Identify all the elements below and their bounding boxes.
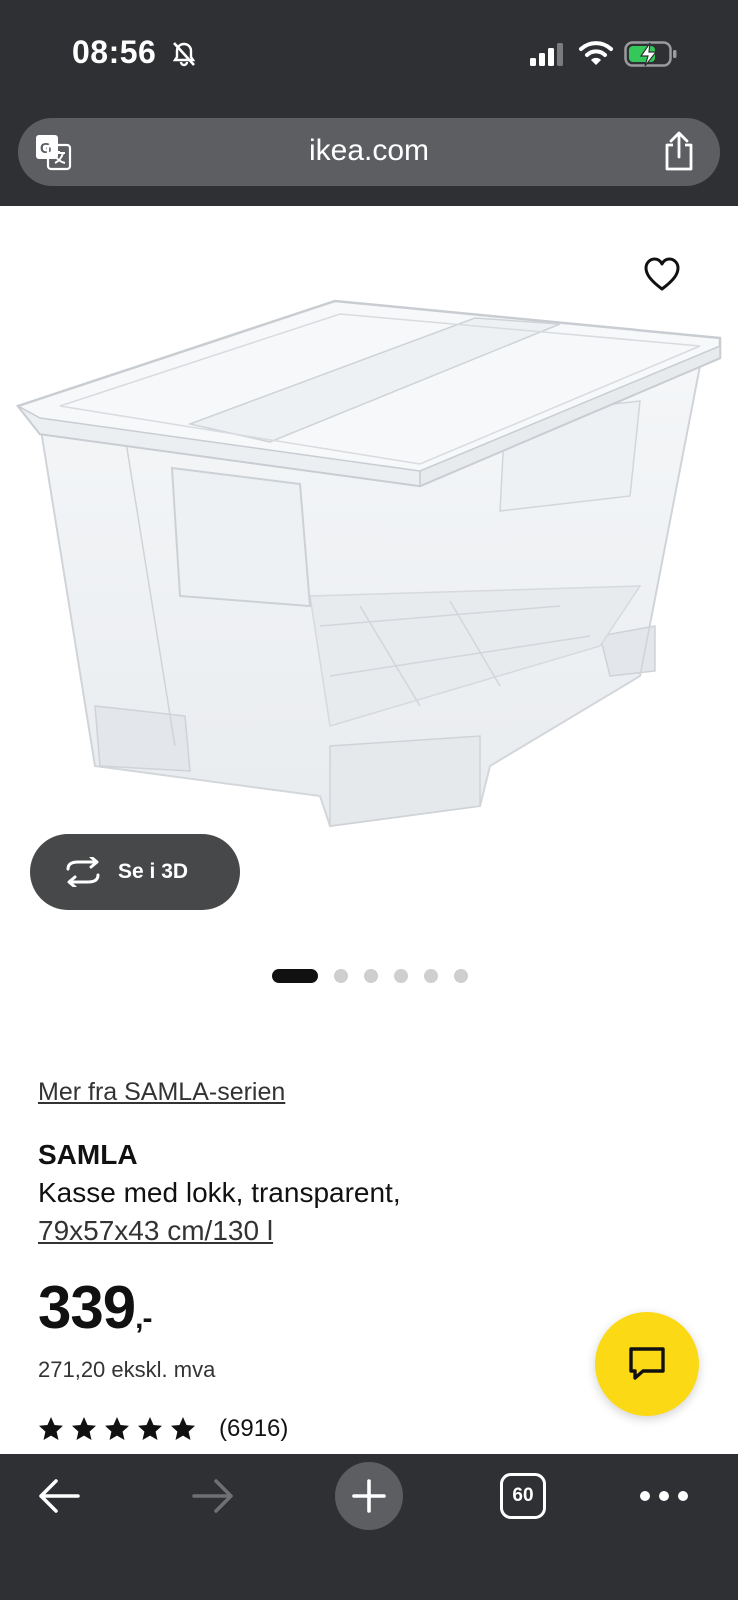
- gallery-dot[interactable]: [334, 969, 348, 983]
- view-3d-label: Se i 3D: [118, 860, 189, 883]
- browser-top-chrome: 08:56 G ikea.com: [0, 0, 738, 206]
- view-3d-button[interactable]: Se i 3D: [30, 834, 240, 910]
- chat-bubble-icon: [629, 1347, 665, 1380]
- forward-arrow-icon[interactable]: [190, 1476, 236, 1516]
- back-arrow-icon[interactable]: [36, 1476, 82, 1516]
- price-excluding-vat: 271,20 ekskl. mva: [38, 1357, 216, 1382]
- star-icon: [105, 1417, 129, 1440]
- browser-bottom-toolbar: 60: [0, 1454, 738, 1600]
- star-icon: [72, 1417, 96, 1440]
- battery-charging-icon: [624, 41, 677, 67]
- bell-slash-icon: [172, 42, 196, 67]
- heart-icon[interactable]: [643, 256, 681, 292]
- rating[interactable]: (6916): [38, 1415, 288, 1443]
- star-icon: [39, 1417, 63, 1440]
- price-main: 339: [38, 1274, 136, 1341]
- series-link[interactable]: Mer fra SAMLA-serien: [38, 1078, 285, 1107]
- wifi-icon: [579, 41, 613, 65]
- gallery-pagination[interactable]: [272, 969, 484, 983]
- product-description: Kasse med lokk, transparent,: [38, 1177, 401, 1208]
- gallery-dot[interactable]: [364, 969, 378, 983]
- rotate-3d-icon: [66, 857, 100, 887]
- new-tab-button[interactable]: [335, 1462, 403, 1530]
- url-text[interactable]: ikea.com: [18, 134, 720, 168]
- share-icon[interactable]: [662, 131, 696, 171]
- tabs-button[interactable]: 60: [500, 1473, 546, 1519]
- chat-button[interactable]: [595, 1312, 699, 1416]
- gallery-dot[interactable]: [454, 969, 468, 983]
- price: 339,-: [38, 1278, 152, 1338]
- product-size-link[interactable]: 79x57x43 cm/130 l: [38, 1215, 273, 1247]
- tab-count: 60: [512, 1485, 534, 1506]
- plus-icon: [352, 1479, 386, 1513]
- star-icon: [171, 1417, 195, 1440]
- address-bar[interactable]: G ikea.com: [18, 118, 720, 186]
- gallery-dot[interactable]: [424, 969, 438, 983]
- price-suffix: ,-: [135, 1302, 152, 1335]
- product-name: SAMLA: [38, 1139, 138, 1170]
- gallery-dot-active[interactable]: [272, 969, 318, 983]
- more-dots-icon[interactable]: [640, 1486, 688, 1506]
- star-icon: [138, 1417, 162, 1440]
- status-time: 08:56: [72, 34, 157, 70]
- cellular-signal-icon: [530, 43, 563, 66]
- gallery-dot[interactable]: [394, 969, 408, 983]
- rating-count: (6916): [219, 1415, 289, 1442]
